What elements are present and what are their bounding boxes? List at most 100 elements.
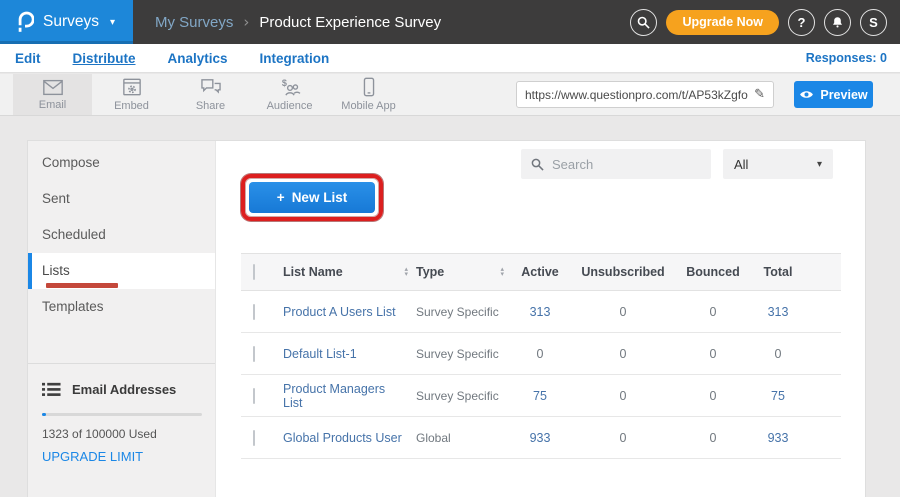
email-usage-progressbar [42,413,202,416]
search-icon [531,158,544,171]
toolbar-item-email[interactable]: Email [13,74,92,115]
email-addresses-title: Email Addresses [72,382,176,397]
list-filter-value: All [734,157,748,172]
table-row: Product A Users List Survey Specific 313… [241,291,841,333]
plus-icon: + [277,190,285,205]
sort-icon[interactable]: ▴ ▾ [404,267,408,277]
unsubscribed-count: 0 [620,347,627,361]
list-name-link[interactable]: Global Products User [283,431,402,445]
annotation-highlight-new-list: + New List [241,174,383,221]
tab-integration[interactable]: Integration [260,51,330,66]
toolbar-item-mobile-app[interactable]: Mobile App [329,74,408,115]
total-count[interactable]: 75 [771,389,785,403]
questionpro-logo-icon [16,11,34,33]
breadcrumb-separator-icon: › [243,13,249,31]
row-checkbox[interactable] [253,304,255,320]
help-button[interactable]: ? [788,9,815,36]
survey-tabs: Edit Distribute Analytics Integration Re… [0,44,900,73]
unsubscribed-count: 0 [620,389,627,403]
distribute-toolbar: Email Embed Share $ Audience [0,74,900,116]
breadcrumb-my-surveys[interactable]: My Surveys [155,14,233,31]
surveys-menu-label: Surveys [43,13,99,31]
total-count: 0 [775,347,782,361]
table-header-row: List Name ▴ ▾ Type ▴ ▾ Active Unsubscrib… [241,253,841,291]
total-count[interactable]: 313 [768,305,789,319]
sort-icon[interactable]: ▴ ▾ [500,267,504,277]
toolbar-item-share[interactable]: Share [171,74,250,115]
list-name-link[interactable]: Product A Users List [283,305,396,319]
tab-analytics[interactable]: Analytics [168,51,228,66]
survey-url-field[interactable]: ✎ [516,81,774,108]
account-avatar[interactable]: S [860,9,887,36]
toolbar-right: ✎ Preview [516,74,900,115]
search-icon [637,16,650,29]
preview-button[interactable]: Preview [794,81,873,108]
list-rows-icon [42,382,61,397]
survey-url-input[interactable] [525,88,754,102]
bounced-count: 0 [710,431,717,445]
share-icon [200,78,222,97]
bounced-count: 0 [710,305,717,319]
lists-panel: All ▾ + New List List Name ▴ ▾ [216,141,865,497]
preview-label: Preview [820,88,867,102]
list-filter-dropdown[interactable]: All ▾ [723,149,833,179]
toolbar-item-label: Audience [267,100,313,112]
page-title: Product Experience Survey [259,14,441,31]
sidebar-item-scheduled[interactable]: Scheduled [28,217,215,253]
column-header-bounced: Bounced [678,265,748,279]
email-addresses-section: Email Addresses 1323 of 100000 Used UPGR… [28,364,215,464]
sort-down-icon: ▾ [404,272,408,277]
new-list-button[interactable]: + New List [249,182,375,213]
notifications-button[interactable] [824,9,851,36]
eye-icon [799,89,814,100]
select-all-checkbox[interactable] [253,264,255,280]
sidebar-item-sent[interactable]: Sent [28,181,215,217]
upgrade-limit-link[interactable]: UPGRADE LIMIT [42,449,201,464]
row-checkbox[interactable] [253,346,255,362]
active-count[interactable]: 313 [530,305,551,319]
row-checkbox[interactable] [253,430,255,446]
column-header-active: Active [512,265,568,279]
edit-url-icon[interactable]: ✎ [754,87,765,102]
list-name-link[interactable]: Default List-1 [283,347,357,361]
topbar-actions: Upgrade Now ? S [630,9,900,36]
tab-distribute[interactable]: Distribute [73,51,136,66]
list-search-input[interactable] [552,157,701,172]
active-count[interactable]: 933 [530,431,551,445]
sidebar-item-lists-label: Lists [42,263,70,278]
list-type: Survey Specific [416,389,499,403]
sidebar-item-compose[interactable]: Compose [28,145,215,181]
tab-edit[interactable]: Edit [15,51,41,66]
sort-down-icon: ▾ [500,272,504,277]
responses-count: Responses: 0 [806,51,900,65]
unsubscribed-count: 0 [620,305,627,319]
toolbar-item-audience[interactable]: $ Audience [250,74,329,115]
active-count[interactable]: 75 [533,389,547,403]
chevron-down-icon: ▾ [817,159,822,170]
sidebar-item-lists[interactable]: Lists [28,253,215,289]
audience-icon: $ [279,78,301,97]
annotation-underline-lists [46,283,118,288]
content-card: Compose Sent Scheduled Lists Templates E… [27,140,866,497]
new-list-label: New List [292,190,348,205]
unsubscribed-count: 0 [620,431,627,445]
list-name-link[interactable]: Product Managers List [283,382,408,410]
active-count: 0 [537,347,544,361]
search-button[interactable] [630,9,657,36]
toolbar-item-embed[interactable]: Embed [92,74,171,115]
email-icon [42,79,64,96]
column-header-list-name: List Name [283,265,343,279]
list-search-box[interactable] [521,149,711,179]
sidebar-item-templates[interactable]: Templates [28,289,215,325]
surveys-menu[interactable]: Surveys ▾ [0,0,133,44]
toolbar-item-label: Share [196,100,225,112]
upgrade-now-button[interactable]: Upgrade Now [666,10,779,35]
mobile-app-icon [363,77,375,97]
table-row: Global Products User Global 933 0 0 933 [241,417,841,459]
sidebar-nav: Compose Sent Scheduled Lists Templates [28,141,215,325]
chevron-down-icon: ▾ [110,17,115,28]
column-header-type: Type [416,265,444,279]
total-count[interactable]: 933 [768,431,789,445]
row-checkbox[interactable] [253,388,255,404]
bounced-count: 0 [710,347,717,361]
